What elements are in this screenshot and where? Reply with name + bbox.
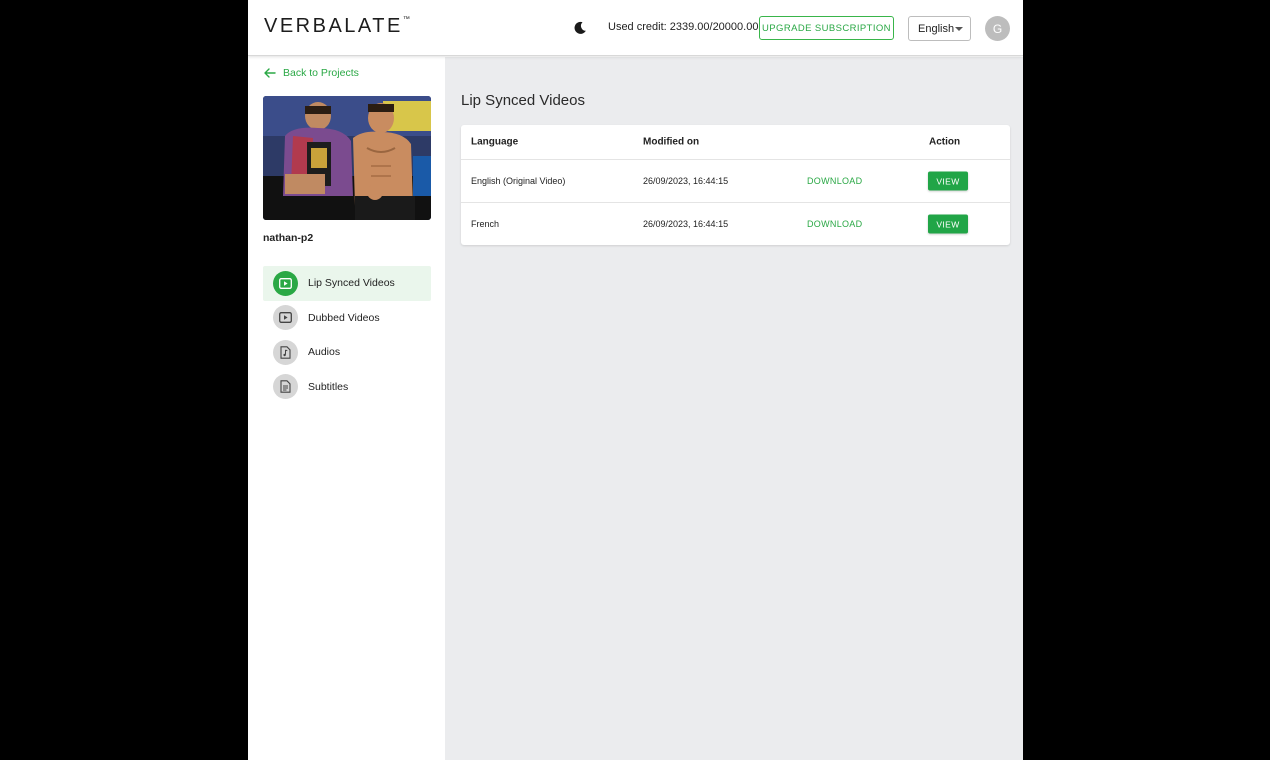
download-button[interactable]: DOWNLOAD — [807, 219, 862, 229]
play-video-icon — [273, 270, 298, 296]
language-select-value: English — [918, 22, 955, 35]
sidebar-item-audios[interactable]: Audios — [263, 335, 431, 370]
sidebar-item-dubbed-videos[interactable]: Dubbed Videos — [263, 301, 431, 336]
row-modified-on: 26/09/2023, 16:44:15 — [643, 176, 729, 186]
project-name: nathan-p2 — [263, 232, 314, 244]
page-title: Lip Synced Videos — [461, 92, 585, 109]
arrow-left-icon — [264, 68, 276, 78]
project-thumbnail[interactable] — [263, 96, 431, 220]
sidebar-item-label: Lip Synced Videos — [308, 277, 395, 290]
used-credit-text: Used credit: 2339.00/20000.00 — [608, 21, 759, 33]
row-language: English (Original Video) — [471, 176, 566, 186]
sidebar-item-label: Dubbed Videos — [308, 311, 380, 324]
table-header-row: Language Modified on Action — [461, 125, 1010, 160]
sidebar-item-subtitles[interactable]: Subtitles — [263, 370, 431, 405]
row-modified-on: 26/09/2023, 16:44:15 — [643, 219, 729, 229]
app-window: VERBALATE™ Used credit: 2339.00/20000.00… — [248, 0, 1023, 760]
verbalate-logo[interactable]: VERBALATE™ — [264, 15, 410, 38]
back-to-projects-link[interactable]: Back to Projects — [264, 67, 359, 79]
download-button[interactable]: DOWNLOAD — [807, 176, 862, 186]
table-row: English (Original Video) 26/09/2023, 16:… — [461, 160, 1010, 203]
videos-table: Language Modified on Action English (Ori… — [461, 125, 1010, 245]
column-header-language: Language — [471, 136, 519, 148]
sidebar-item-label: Audios — [308, 346, 341, 359]
table-row: French 26/09/2023, 16:44:15 DOWNLOAD VIE… — [461, 203, 1010, 245]
sidebar-item-lip-synced-videos[interactable]: Lip Synced Videos — [263, 266, 431, 301]
upgrade-subscription-button[interactable]: UPGRADE SUBSCRIPTION — [759, 16, 894, 40]
column-header-modified-on: Modified on — [643, 136, 700, 148]
moon-icon[interactable] — [573, 21, 587, 35]
logo-trademark: ™ — [402, 16, 410, 24]
sidebar-nav: Lip Synced Videos Dubbed Videos Audios S… — [263, 266, 431, 404]
document-icon — [273, 374, 298, 400]
view-button[interactable]: VIEW — [928, 214, 968, 234]
view-button[interactable]: VIEW — [928, 171, 968, 191]
user-avatar[interactable]: G — [985, 16, 1010, 41]
main-content: Lip Synced Videos Language Modified on A… — [445, 57, 1023, 760]
sidebar-item-label: Subtitles — [308, 380, 349, 393]
row-language: French — [471, 219, 500, 229]
play-video-icon — [273, 305, 298, 331]
back-to-projects-label: Back to Projects — [283, 67, 359, 79]
audio-file-icon — [273, 339, 298, 365]
top-header: VERBALATE™ Used credit: 2339.00/20000.00… — [248, 0, 1023, 56]
column-header-action: Action — [929, 136, 961, 148]
language-select[interactable]: English — [908, 16, 971, 41]
sidebar: Back to Projects nathan-p2 Lip Synced Vi… — [248, 57, 445, 760]
caret-down-icon — [955, 27, 963, 31]
logo-text: VERBALATE — [264, 15, 403, 37]
